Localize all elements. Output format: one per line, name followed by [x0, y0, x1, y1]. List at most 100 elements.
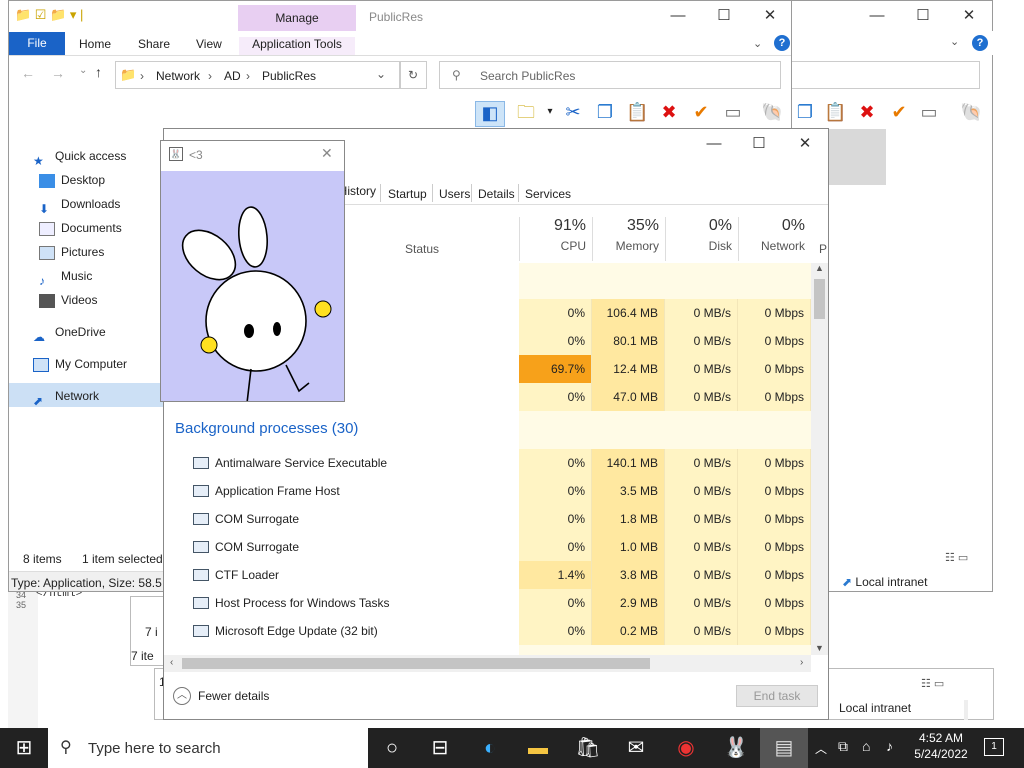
nav-onedrive[interactable]: ☁ OneDrive	[33, 321, 106, 344]
widgets-icon[interactable]: ⊟	[416, 728, 464, 768]
tab-view[interactable]: View	[196, 37, 222, 51]
refresh-icon[interactable]: ↻	[399, 61, 427, 89]
paste-icon[interactable]: 📋	[626, 101, 648, 123]
tab-app-history[interactable]: History	[340, 184, 376, 201]
task-view-icon[interactable]: ○	[368, 728, 416, 768]
nav-desktop[interactable]: Desktop	[39, 169, 105, 191]
bunny-app-icon[interactable]: 🐰	[712, 728, 760, 768]
tab-home[interactable]: Home	[79, 37, 111, 51]
column-power[interactable]: P	[819, 242, 827, 256]
ribbon-expand-icon[interactable]: ⌄	[753, 37, 762, 50]
chrome-icon[interactable]: ◉	[662, 728, 710, 768]
edge-icon[interactable]: ◐	[466, 728, 514, 768]
table-row[interactable]: CTF Loader 1.4% 3.8 MB 0 MB/s 0 Mbps	[164, 561, 811, 589]
tab-share[interactable]: Share	[138, 37, 170, 51]
delete-icon[interactable]: ✖	[658, 101, 680, 123]
nav-pictures[interactable]: Pictures	[39, 241, 104, 263]
tab-file[interactable]: File	[9, 32, 65, 55]
preview-pane-icon[interactable]: ◧	[475, 101, 505, 127]
table-row[interactable]: COM Surrogate 0% 1.8 MB 0 MB/s 0 Mbps	[164, 505, 811, 533]
quick-access-toolbar[interactable]: 📁 ☑ 📁 ▾ |	[15, 7, 83, 23]
tab-application-tools[interactable]: Application Tools	[239, 37, 355, 55]
wifi-icon[interactable]: ⌂	[862, 738, 870, 754]
table-row[interactable]: COM Surrogate 0% 1.0 MB 0 MB/s 0 Mbps	[164, 533, 811, 561]
maximize-button[interactable]: ☐	[900, 1, 946, 31]
network-status-icon[interactable]: ⧉	[838, 738, 848, 755]
nav-documents[interactable]: Documents	[39, 217, 122, 239]
tab-users[interactable]: Users	[439, 187, 470, 201]
shell-icon[interactable]: 🐚	[960, 101, 982, 123]
chevron-down-icon[interactable]: ⌄	[376, 67, 386, 81]
chevron-up-icon[interactable]: ︿	[815, 740, 827, 757]
copy-icon[interactable]: ❐	[594, 101, 616, 123]
paste-icon[interactable]: 📋	[824, 101, 846, 123]
tab-services[interactable]: Services	[525, 187, 571, 201]
help-icon[interactable]: ?	[774, 35, 790, 51]
end-task-button[interactable]: End task	[736, 685, 818, 707]
minimize-button[interactable]: —	[655, 1, 701, 31]
forward-arrow-icon[interactable]: →	[51, 65, 65, 81]
scroll-right-icon[interactable]: ›	[800, 657, 803, 668]
minimize-button[interactable]: —	[691, 129, 737, 159]
recent-dropdown-icon[interactable]: ⌄	[79, 65, 87, 76]
delete-icon[interactable]: ✖	[856, 101, 878, 123]
nav-network[interactable]: ⬈ Network	[33, 385, 99, 408]
scroll-down-icon[interactable]: ▼	[815, 643, 824, 653]
group-header[interactable]: Background processes (30)	[175, 420, 358, 437]
clock[interactable]: 4:52 AM 5/24/2022	[912, 731, 970, 761]
help-icon[interactable]: ?	[972, 35, 988, 51]
store-icon[interactable]: 🛍	[564, 728, 612, 768]
address-bar[interactable]: 📁 › Network › AD › PublicRes ⌄	[115, 61, 401, 89]
back-arrow-icon[interactable]: ←	[21, 65, 35, 81]
chevron-down-icon[interactable]: ▾	[539, 101, 561, 123]
volume-icon[interactable]: ♪	[886, 738, 893, 754]
breadcrumb-publicres[interactable]: PublicRes	[262, 69, 316, 83]
column-network[interactable]: 0% Network	[739, 217, 811, 261]
close-button[interactable]: ✕	[782, 129, 828, 159]
table-row[interactable]: Antimalware Service Executable 0% 140.1 MB…	[164, 449, 811, 477]
view-toggle[interactable]: ☷ ▭	[921, 677, 944, 690]
fewer-details-link[interactable]: Fewer details	[198, 689, 269, 703]
maximize-button[interactable]: ☐	[701, 1, 747, 31]
column-disk[interactable]: 0% Disk	[666, 217, 738, 261]
up-arrow-icon[interactable]: ↑	[95, 64, 102, 80]
rename-check-icon[interactable]: ✔	[888, 101, 910, 123]
breadcrumb-network[interactable]: Network	[156, 69, 200, 83]
nav-music[interactable]: ♪ Music	[39, 265, 92, 288]
horizontal-scrollbar[interactable]: ‹ ›	[164, 655, 811, 672]
close-button[interactable]: ✕	[321, 145, 333, 162]
new-folder-icon[interactable]: 🗀	[515, 101, 537, 123]
manage-tab[interactable]: Manage	[238, 5, 356, 31]
ribbon-expand-icon[interactable]: ⌄	[950, 35, 959, 48]
table-row[interactable]: Host Process for Windows Tasks 0% 2.9 MB 0 …	[164, 589, 811, 617]
view-toggle-icon[interactable]: ☷ ▭	[945, 551, 968, 564]
search-box[interactable]	[790, 61, 980, 89]
search-input[interactable]: ⚲ Search PublicRes	[439, 61, 781, 89]
collapse-icon[interactable]: ︿	[173, 687, 191, 705]
column-status[interactable]: Status	[405, 242, 439, 256]
tab-startup[interactable]: Startup	[388, 187, 427, 201]
nav-videos[interactable]: Videos	[39, 289, 97, 311]
cut-icon[interactable]: ✂	[562, 101, 584, 123]
scroll-up-icon[interactable]: ▲	[815, 263, 824, 273]
properties-icon[interactable]: ▭	[722, 101, 744, 123]
tab-details[interactable]: Details	[478, 187, 515, 201]
nav-downloads[interactable]: ⬇ Downloads	[39, 193, 120, 216]
maximize-button[interactable]: ☐	[736, 129, 782, 159]
check-icon[interactable]: ✔	[690, 101, 712, 123]
nav-my-computer[interactable]: My Computer	[33, 353, 127, 375]
breadcrumb-ad[interactable]: AD	[224, 69, 241, 83]
table-row[interactable]: Microsoft Edge Update (32 bit) 0% 0.2 MB 0 …	[164, 617, 811, 645]
close-button[interactable]: ✕	[946, 1, 992, 31]
copy-icon[interactable]: ❐	[794, 101, 816, 123]
notification-icon[interactable]: 1	[984, 738, 1004, 756]
column-cpu[interactable]: 91% CPU	[520, 217, 592, 261]
taskbar-search[interactable]: ⚲ Type here to search	[48, 728, 368, 768]
scroll-thumb[interactable]	[182, 658, 650, 669]
mail-icon[interactable]: ✉	[612, 728, 660, 768]
column-memory[interactable]: 35% Memory	[593, 217, 665, 261]
scroll-left-icon[interactable]: ‹	[170, 657, 173, 668]
file-explorer-icon[interactable]: ▬	[514, 728, 562, 768]
minimize-button[interactable]: —	[854, 1, 900, 31]
start-button[interactable]: ⊞	[0, 728, 48, 768]
